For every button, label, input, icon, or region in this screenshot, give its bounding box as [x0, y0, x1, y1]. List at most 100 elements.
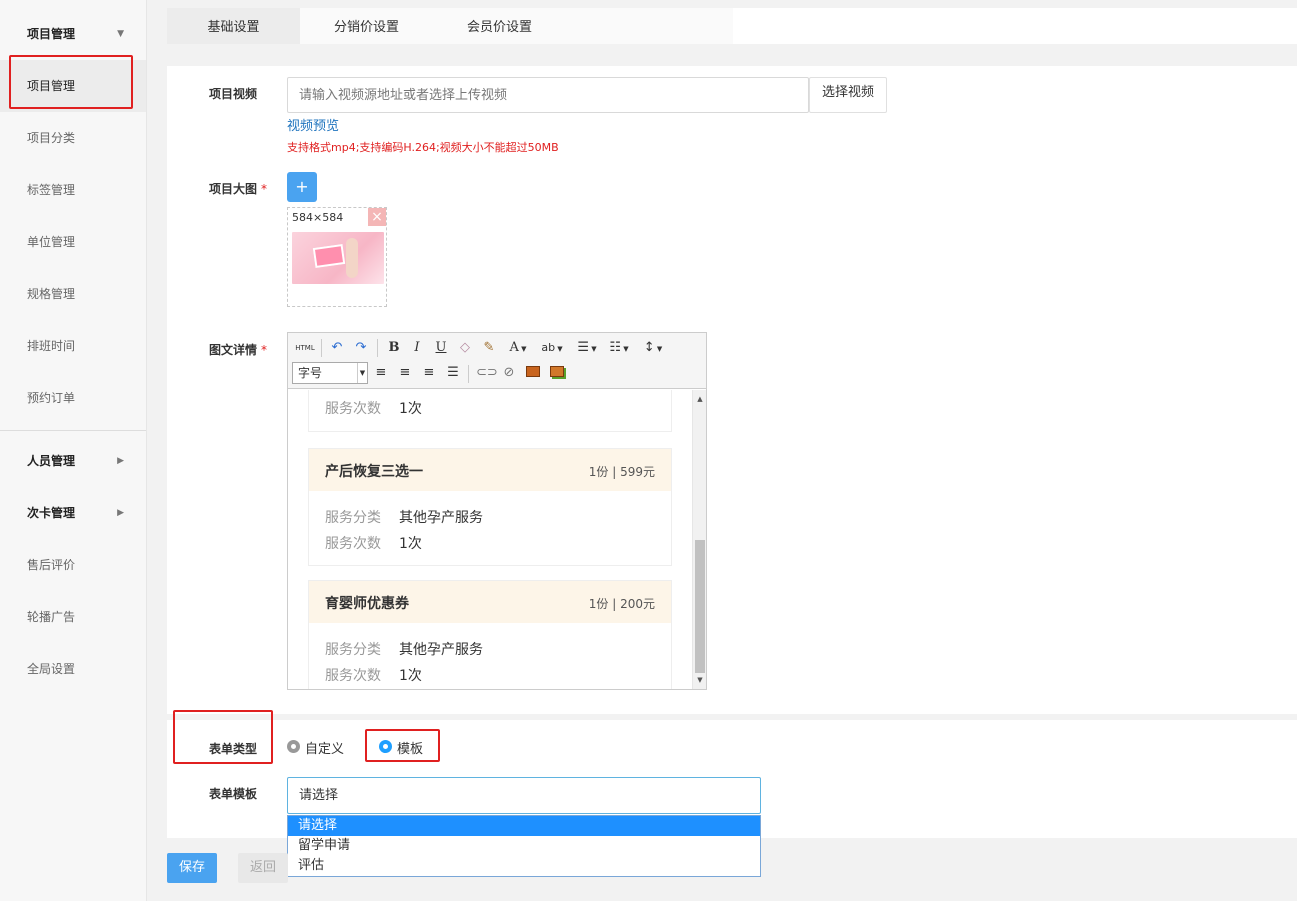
line-height-icon[interactable]: ↕ ▼ [640, 338, 666, 358]
back-button[interactable]: 返回 [238, 853, 288, 883]
radio-custom-label[interactable]: 自定义 [305, 738, 344, 757]
sidebar-item-reviews[interactable]: 售后评价 [0, 539, 146, 591]
sidebar-group-label: 项目管理 [27, 27, 76, 41]
dropdown-option[interactable]: 评估 [288, 856, 760, 876]
font-size-label: 字号 [298, 366, 323, 380]
form-template-select[interactable]: 请选择 [287, 777, 761, 814]
video-preview-link[interactable]: 视频预览 [287, 115, 339, 134]
package-field-key: 服务分类 [325, 642, 381, 658]
form-template-dropdown: 请选择 留学申请 评估 [287, 815, 761, 877]
package-price: 1份 | 599元 [588, 465, 655, 479]
choose-video-button[interactable]: 选择视频 [809, 77, 887, 113]
eraser-icon[interactable]: ◇ [456, 338, 474, 358]
image-label: 项目大图 * [177, 180, 267, 197]
package-field-value: 1次 [399, 401, 422, 417]
package-title: 产后恢复三选一 [325, 464, 423, 480]
editor-toolbar: HTML ↶ ↷ B I U ◇ ✎ A ▼ ab ▼ ☰ ▼ ☷ ▼ ↕ ▼ … [288, 333, 706, 389]
sidebar-item-orders[interactable]: 预约订单 [0, 372, 146, 424]
html-source-button[interactable]: HTML [292, 338, 318, 358]
package-header: 育婴师优惠券 1份 | 200元 [309, 581, 671, 623]
scroll-thumb[interactable] [695, 540, 705, 673]
chevron-down-icon: ▼ [117, 29, 124, 39]
italic-button[interactable]: I [408, 338, 426, 358]
align-center-icon[interactable]: ≡ [396, 363, 414, 383]
font-color-letter: A [509, 340, 519, 355]
required-mark: * [261, 343, 267, 357]
sidebar-item-tags[interactable]: 标签管理 [0, 164, 146, 216]
sidebar-item-banners[interactable]: 轮播广告 [0, 591, 146, 643]
save-button[interactable]: 保存 [167, 853, 217, 883]
sidebar-group-cards[interactable]: 次卡管理 ▶ [0, 487, 146, 539]
tab-basic[interactable]: 基础设置 [167, 8, 300, 44]
align-left-icon[interactable]: ≡ [372, 363, 390, 383]
sidebar-item-label: 排班时间 [27, 339, 76, 353]
package-title: 育婴师优惠券 [325, 596, 409, 612]
link-icon[interactable]: ⊂⊃ [476, 363, 498, 383]
sidebar-item-label: 轮播广告 [27, 610, 76, 624]
package-field-key: 服务次数 [325, 668, 381, 684]
radio-template[interactable] [379, 740, 392, 753]
project-image [292, 232, 384, 284]
toolbar-separator [377, 339, 378, 357]
form-template-label: 表单模板 [208, 787, 257, 801]
format-painter-icon[interactable]: ✎ [480, 338, 498, 358]
dropdown-option[interactable]: 留学申请 [288, 836, 760, 856]
scroll-down-icon[interactable]: ▼ [693, 673, 707, 687]
package-card: 产后恢复三选一 1份 | 599元 服务分类 其他孕产服务 服务次数 1次 [308, 448, 672, 566]
package-header: 产后恢复三选一 1份 | 599元 [309, 449, 671, 491]
video-url-input[interactable] [287, 77, 809, 113]
form-type-label: 表单类型 [208, 742, 257, 756]
font-color-button[interactable]: A ▼ [506, 338, 530, 358]
chevron-right-icon: ▶ [117, 508, 124, 518]
multi-image-icon[interactable] [548, 364, 566, 384]
package-field-value: 其他孕产服务 [399, 510, 483, 526]
editor-content[interactable]: 服务次数 1次 产后恢复三选一 1份 | 599元 服务分类 其他孕产服务 服务… [288, 390, 692, 689]
chevron-down-icon: ▼ [357, 363, 367, 383]
sidebar-group-label: 人员管理 [27, 454, 76, 468]
add-image-button[interactable]: + [287, 172, 317, 202]
sidebar-item-label: 项目分类 [27, 131, 76, 145]
dropdown-option[interactable]: 请选择 [288, 816, 760, 836]
sidebar-item-label: 项目管理 [27, 79, 76, 93]
package-field-key: 服务分类 [325, 510, 381, 526]
sidebar-item-schedule[interactable]: 排班时间 [0, 320, 146, 372]
font-size-select[interactable]: 字号 ▼ [292, 362, 368, 384]
package-field-value: 其他孕产服务 [399, 642, 483, 658]
scroll-up-icon[interactable]: ▲ [693, 392, 707, 406]
redo-icon[interactable]: ↷ [352, 338, 370, 358]
sidebar-item-project-manage[interactable]: 项目管理 [0, 60, 146, 112]
radio-custom[interactable] [287, 740, 300, 753]
image-size-text: 584×584 [292, 211, 344, 224]
unlink-icon[interactable]: ⊘ [500, 363, 518, 383]
required-mark: * [261, 182, 267, 196]
radio-template-label[interactable]: 模板 [397, 738, 423, 757]
undo-icon[interactable]: ↶ [328, 338, 346, 358]
image-thumbnail: 584×584 × [287, 207, 387, 307]
chevron-down-icon: ▼ [518, 345, 527, 353]
sidebar-item-label: 单位管理 [27, 235, 76, 249]
ordered-list-icon[interactable]: ☰ ▼ [574, 338, 600, 358]
sidebar-item-category[interactable]: 项目分类 [0, 112, 146, 164]
tab-member-price[interactable]: 会员价设置 [433, 8, 566, 44]
editor-scrollbar[interactable]: ▲ ▼ [692, 390, 706, 689]
image-icon[interactable] [524, 364, 542, 384]
sidebar-item-specs[interactable]: 规格管理 [0, 268, 146, 320]
image-label-text: 项目大图 [208, 182, 257, 196]
tab-distribution[interactable]: 分销价设置 [300, 8, 433, 44]
unordered-list-icon[interactable]: ☷ ▼ [606, 338, 632, 358]
package-card: 服务次数 1次 [308, 390, 672, 432]
align-right-icon[interactable]: ≡ [420, 363, 438, 383]
sidebar-group-project[interactable]: 项目管理 ▼ [0, 8, 146, 60]
underline-button[interactable]: U [432, 338, 450, 358]
sidebar-item-units[interactable]: 单位管理 [0, 216, 146, 268]
sidebar-item-settings[interactable]: 全局设置 [0, 643, 146, 695]
remove-image-icon[interactable]: × [368, 208, 386, 226]
bold-button[interactable]: B [385, 338, 403, 358]
package-field-key: 服务次数 [325, 401, 381, 417]
align-justify-icon[interactable]: ☰ [444, 363, 462, 383]
sidebar-group-staff[interactable]: 人员管理 ▶ [0, 435, 146, 487]
video-format-hint: 支持格式mp4;支持编码H.264;视频大小不能超过50MB [287, 141, 559, 154]
highlight-color-icon[interactable]: ab ▼ [538, 338, 566, 358]
toolbar-separator [468, 365, 469, 383]
toolbar-separator [321, 339, 322, 357]
